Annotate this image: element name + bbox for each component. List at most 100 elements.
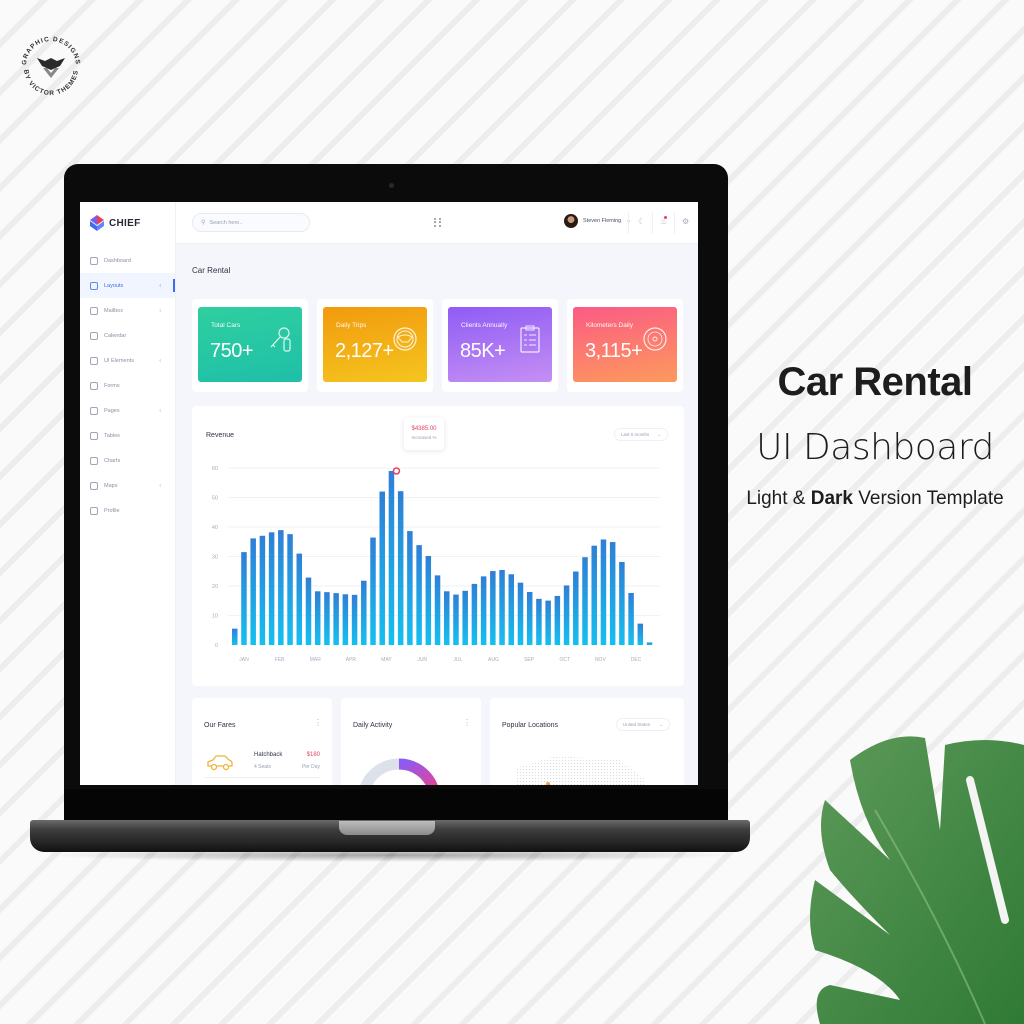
y-tick-label: 10 bbox=[212, 614, 218, 620]
bell-icon[interactable]: ♨ bbox=[660, 216, 667, 226]
donut-segment bbox=[398, 758, 438, 785]
stat-value: 3,115+ bbox=[585, 340, 643, 362]
sidebar-item-dashboard[interactable]: Dashboard bbox=[80, 248, 175, 273]
victor-themes-logo-icon: GRAPHIC DESIGNS BY VICTOR THEMES bbox=[21, 36, 80, 97]
promo-subtitle: UI Dashboard bbox=[756, 427, 994, 468]
x-tick-label: NOV bbox=[595, 657, 607, 663]
chart-bar bbox=[573, 571, 579, 645]
sidebar-item-profile[interactable]: Profile bbox=[80, 498, 175, 523]
stat-card-kilometers-daily[interactable]: Kilometers Daily 3,115+ bbox=[567, 299, 683, 392]
sidebar-item-label: Forms bbox=[104, 382, 120, 389]
gear-icon[interactable]: ⚙ bbox=[682, 217, 689, 226]
sidebar-item-label: Mailbox bbox=[104, 307, 123, 314]
chart-bar bbox=[526, 592, 533, 645]
tables-icon bbox=[90, 431, 98, 440]
location-marker-icon bbox=[546, 782, 550, 785]
sidebar-item-label: Tables bbox=[104, 432, 120, 439]
chart-bar bbox=[637, 623, 644, 645]
chart-bar bbox=[305, 577, 312, 645]
us-dot-map bbox=[516, 756, 646, 785]
sidebar-item-tables[interactable]: Tables bbox=[80, 423, 175, 448]
revenue-card: Revenue Last 6 months ⌄ 0 10 20 30 40 50 60 JAN… bbox=[192, 406, 684, 686]
x-tick-label: MAY bbox=[381, 657, 392, 663]
chart-bar bbox=[462, 590, 468, 645]
tooltip-label: Increased % bbox=[411, 435, 437, 440]
stat-label: Total Cars bbox=[211, 322, 241, 329]
chart-bar bbox=[517, 582, 524, 645]
sidebar-item-layouts[interactable]: Layouts ‹ bbox=[80, 273, 175, 298]
search-input[interactable]: ⚲ Search here.. bbox=[192, 213, 310, 232]
chart-bar bbox=[480, 576, 487, 645]
more-options-icon[interactable]: ⋮ bbox=[463, 718, 471, 727]
avatar bbox=[564, 214, 578, 228]
topbar: ⚲ Search here.. Steven Fleming ⌄ ☾ ♨ ⚙ bbox=[176, 202, 698, 244]
calendar-icon bbox=[90, 331, 98, 340]
sidebar-item-calendar[interactable]: Calendar bbox=[80, 323, 175, 348]
sidebar-item-pages[interactable]: Pages ‹ bbox=[80, 398, 175, 423]
steering-wheel-icon bbox=[393, 327, 417, 351]
main-content: Car Rental Total Cars 750+ Daily Trips 2… bbox=[176, 244, 698, 785]
fare-row[interactable]: Hatchback 4 Seats $180 Per Day bbox=[204, 750, 320, 778]
grid-icon[interactable] bbox=[434, 218, 441, 227]
moon-icon[interactable]: ☾ bbox=[638, 217, 645, 226]
stat-label: Kilometers Daily bbox=[586, 322, 633, 329]
sidebar-item-charts[interactable]: Charts bbox=[80, 448, 175, 473]
sidebar-item-forms[interactable]: Forms bbox=[80, 373, 175, 398]
laptop-bezel-bottom bbox=[64, 789, 728, 821]
monstera-leaf-image bbox=[810, 736, 1024, 1024]
stat-card-total-cars[interactable]: Total Cars 750+ bbox=[192, 299, 308, 392]
chart-bar bbox=[333, 593, 339, 645]
sidebar-item-mailbox[interactable]: Mailbox ‹ bbox=[80, 298, 175, 323]
more-options-icon[interactable]: ⋮ bbox=[314, 718, 322, 727]
clipboard-icon bbox=[520, 325, 540, 353]
pages-icon bbox=[90, 406, 98, 415]
chart-bar bbox=[554, 595, 561, 645]
notification-dot bbox=[664, 216, 667, 219]
x-tick-label: MAR bbox=[310, 657, 322, 663]
brand[interactable]: CHIEF bbox=[80, 202, 175, 244]
stat-card-daily-trips[interactable]: Daily Trips 2,127+ bbox=[317, 299, 433, 392]
chart-bar bbox=[287, 534, 293, 645]
chevron-left-icon: ‹ bbox=[159, 482, 161, 489]
x-tick-label: JUN bbox=[417, 657, 427, 663]
chart-bar bbox=[314, 591, 321, 645]
promo-tagline-bold: Dark bbox=[810, 488, 853, 509]
chart-bar bbox=[379, 491, 385, 645]
y-tick-label: 50 bbox=[212, 496, 218, 502]
chevron-left-icon: ‹ bbox=[159, 307, 161, 314]
stat-card-body: Daily Trips 2,127+ bbox=[323, 307, 427, 382]
promo-text: Car Rental UI Dashboard Light & Dark Ver… bbox=[740, 360, 1010, 510]
stat-value: 750+ bbox=[210, 340, 254, 362]
x-tick-label: DEC bbox=[631, 657, 642, 663]
chart-bar bbox=[370, 537, 376, 645]
profile-icon bbox=[90, 506, 98, 515]
sidebar-item-ui-elements[interactable]: UI Elements ‹ bbox=[80, 348, 175, 373]
x-tick-label: SEP bbox=[524, 657, 535, 663]
ui-elements-icon bbox=[90, 356, 98, 365]
stat-card-clients-annually[interactable]: Clients Annually 85K+ bbox=[442, 299, 558, 392]
x-tick-label: JAN bbox=[239, 657, 249, 663]
chart-bar bbox=[434, 575, 441, 645]
chart-bar bbox=[259, 535, 266, 645]
user-menu[interactable]: Steven Fleming ⌄ bbox=[564, 214, 631, 228]
sidebar-item-maps[interactable]: Maps ‹ bbox=[80, 473, 175, 498]
topbar-divider bbox=[674, 212, 675, 234]
chart-bar bbox=[278, 530, 284, 645]
laptop-notch bbox=[339, 821, 435, 835]
chart-highlight-point[interactable] bbox=[392, 467, 401, 475]
region-select[interactable]: United States ⌄ bbox=[616, 718, 670, 731]
promo-tagline: Light & Dark Version Template bbox=[740, 488, 1010, 510]
sidebar-item-label: Maps bbox=[104, 482, 118, 489]
chevron-left-icon: ‹ bbox=[159, 282, 161, 289]
sidebar-item-label: Calendar bbox=[104, 332, 127, 339]
page-title: Car Rental bbox=[192, 266, 231, 275]
our-fares-card: Our Fares ⋮ Hatchback 4 Seats $180 Per D… bbox=[192, 698, 332, 785]
brand-name: CHIEF bbox=[109, 217, 141, 229]
charts-icon bbox=[90, 456, 98, 465]
topbar-divider bbox=[652, 212, 653, 234]
fares-title: Our Fares bbox=[204, 722, 236, 729]
daily-activity-card: Daily Activity ⋮ bbox=[341, 698, 481, 785]
chart-bar bbox=[232, 628, 238, 645]
x-tick-label: OCT bbox=[559, 657, 570, 663]
chart-bar bbox=[609, 542, 616, 645]
